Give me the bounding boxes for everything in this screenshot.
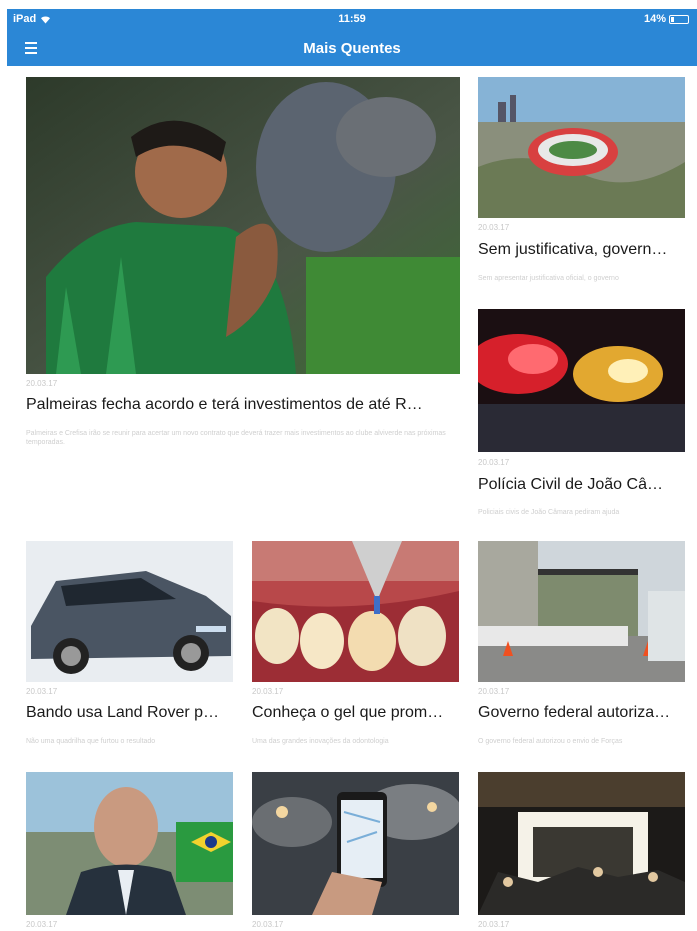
article-date: 20.03.17 bbox=[478, 920, 510, 929]
article-date: 20.03.17 bbox=[252, 920, 284, 929]
article-summary: Palmeiras e Crefisa irão se reunir para … bbox=[26, 430, 446, 446]
battery-percent: 14% bbox=[643, 13, 666, 25]
article-title: Governo federal autoriza… bbox=[478, 704, 671, 721]
article-card[interactable]: 20.03.17 Bando usa Land Rover p… Não uma… bbox=[26, 541, 233, 751]
article-card[interactable]: 20.03.17 bbox=[26, 772, 233, 931]
article-date: 20.03.17 bbox=[478, 223, 510, 232]
article-date: 20.03.17 bbox=[252, 687, 284, 696]
article-title: Polícia Civil de João Câ… bbox=[478, 476, 663, 493]
article-image bbox=[26, 772, 233, 915]
article-card[interactable]: 20.03.17 Conheça o gel que prom… Uma das… bbox=[252, 541, 459, 751]
article-summary: Não uma quadrilha que furtou o resultado bbox=[26, 738, 156, 745]
article-card[interactable]: 20.03.17 bbox=[252, 772, 459, 931]
article-date: 20.03.17 bbox=[26, 379, 58, 388]
article-image bbox=[478, 772, 685, 915]
navigation-bar: Mais Quentes bbox=[7, 30, 697, 66]
clock: 11:59 bbox=[338, 13, 366, 25]
article-summary: Policiais civis de João Câmara pediram a… bbox=[478, 509, 620, 516]
article-title: Sem justificativa, govern… bbox=[478, 241, 668, 258]
article-card-featured[interactable]: 20.03.17 Palmeiras fecha acordo e terá i… bbox=[26, 77, 460, 457]
article-summary: Uma das grandes inovações da odontologia bbox=[252, 738, 389, 745]
article-image bbox=[252, 541, 459, 682]
article-summary: O governo federal autorizou o envio de F… bbox=[478, 738, 623, 745]
article-card[interactable]: 20.03.17 Governo federal autoriza… O gov… bbox=[478, 541, 685, 751]
article-image bbox=[478, 309, 685, 452]
article-image bbox=[478, 77, 685, 218]
article-image bbox=[26, 77, 460, 374]
page-title: Mais Quentes bbox=[303, 40, 401, 57]
article-image bbox=[478, 541, 685, 682]
article-image bbox=[252, 772, 459, 915]
battery-icon bbox=[669, 14, 689, 24]
article-date: 20.03.17 bbox=[478, 687, 510, 696]
article-date: 20.03.17 bbox=[26, 920, 58, 929]
article-date: 20.03.17 bbox=[26, 687, 58, 696]
article-card[interactable]: 20.03.17 Sem justificativa, govern… Sem … bbox=[478, 77, 685, 287]
article-title: Bando usa Land Rover p… bbox=[26, 704, 220, 721]
article-title: Palmeiras fecha acordo e terá investimen… bbox=[26, 396, 423, 413]
status-bar: iPad 11:59 14% bbox=[7, 9, 697, 30]
article-image bbox=[26, 541, 233, 682]
article-date: 20.03.17 bbox=[478, 458, 510, 467]
article-card[interactable]: 20.03.17 bbox=[478, 772, 685, 931]
article-title: Conheça o gel que prom… bbox=[252, 704, 444, 721]
article-summary: Sem apresentar justificativa oficial, o … bbox=[478, 275, 619, 282]
article-card[interactable]: 20.03.17 Polícia Civil de João Câ… Polic… bbox=[478, 309, 685, 524]
